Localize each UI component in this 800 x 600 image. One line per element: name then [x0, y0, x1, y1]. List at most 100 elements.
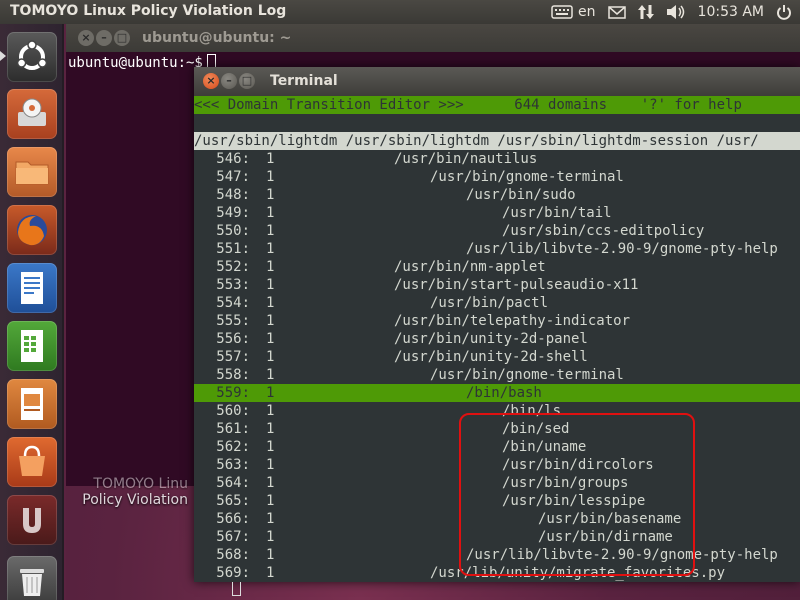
domain-index: 550: — [216, 223, 250, 239]
domain-row[interactable]: 560: 1/bin/ls — [194, 402, 800, 420]
software-center-icon — [19, 445, 45, 476]
terminal-content[interactable]: <<< Domain Transition Editor >>> 644 dom… — [194, 96, 800, 582]
launcher-software-center[interactable] — [7, 437, 57, 487]
domain-row[interactable]: 548: 1/usr/bin/sudo — [194, 186, 800, 204]
domain-index: 547: — [216, 169, 250, 185]
domain-profile-count: 1 — [266, 241, 275, 257]
indicator-area: en 10:53 AM — [551, 0, 792, 24]
domain-row[interactable]: 549: 1/usr/bin/tail — [194, 204, 800, 222]
network-indicator[interactable] — [637, 4, 654, 20]
network-icon — [637, 5, 654, 19]
domain-profile-count: 1 — [266, 421, 275, 437]
writer-icon — [21, 272, 43, 304]
launcher-impress[interactable] — [7, 379, 57, 429]
desktop-app-label[interactable]: TOMOYO Linu Policy Violation — [66, 476, 194, 508]
domain-profile-count: 1 — [266, 223, 275, 239]
session-indicator[interactable] — [776, 4, 792, 20]
close-icon: × — [206, 74, 216, 87]
domain-row[interactable]: 554: 1/usr/bin/pactl — [194, 294, 800, 312]
domain-index: 561: — [216, 421, 250, 437]
domain-row[interactable]: 551: 1/usr/lib/libvte-2.90-9/gnome-pty-he… — [194, 240, 800, 258]
terminal-close-button[interactable]: × — [203, 73, 219, 89]
clock-label: 10:53 AM — [697, 4, 764, 20]
launcher-firefox[interactable] — [7, 205, 57, 255]
domain-index: 549: — [216, 205, 250, 221]
terminal-maximize-button[interactable]: □ — [239, 73, 255, 89]
domain-row[interactable]: 558: 1/usr/bin/gnome-terminal — [194, 366, 800, 384]
volume-indicator[interactable] — [666, 4, 686, 20]
domain-row[interactable]: 556: 1/usr/bin/unity-2d-panel — [194, 330, 800, 348]
domain-row[interactable]: 566: 1/usr/bin/basename — [194, 510, 800, 528]
domain-row[interactable]: 562: 1/bin/uname — [194, 438, 800, 456]
launcher-home-folder[interactable] — [7, 147, 57, 197]
domain-profile-count: 1 — [266, 493, 275, 509]
mail-indicator[interactable] — [607, 5, 626, 19]
domain-path: /bin/ls — [502, 403, 562, 419]
domain-profile-count: 1 — [266, 313, 275, 329]
launcher-dash-home[interactable] — [7, 32, 57, 82]
terminal-window-title: Terminal — [270, 73, 338, 89]
firefox-icon — [17, 215, 47, 246]
domain-path: /bin/sed — [502, 421, 570, 437]
background-minimize-button[interactable]: – — [96, 30, 112, 46]
domain-index: 562: — [216, 439, 250, 455]
domain-index: 566: — [216, 511, 250, 527]
domain-row[interactable]: 547: 1/usr/bin/gnome-terminal — [194, 168, 800, 186]
domain-row[interactable]: 568: 1/usr/lib/libvte-2.90-9/gnome-pty-he… — [194, 546, 800, 564]
terminal-titlebar[interactable]: × – □ Terminal — [194, 67, 800, 96]
launcher-calc[interactable] — [7, 321, 57, 371]
domain-row-selected[interactable]: 559: 1/bin/bash — [194, 384, 800, 402]
keyboard-icon — [551, 5, 573, 19]
editor-header-bar: <<< Domain Transition Editor >>> 644 dom… — [194, 96, 800, 114]
domain-index: 567: — [216, 529, 250, 545]
domain-profile-count: 1 — [266, 475, 275, 491]
domain-row[interactable]: 552: 1/usr/bin/nm-applet — [194, 258, 800, 276]
domain-profile-count: 1 — [266, 295, 275, 311]
domain-path: /usr/sbin/ccs-editpolicy — [502, 223, 705, 239]
launcher-trash[interactable] — [7, 556, 57, 600]
background-close-button[interactable]: × — [78, 30, 94, 46]
maximize-icon: □ — [241, 74, 253, 87]
domain-row[interactable]: 567: 1/usr/bin/dirname — [194, 528, 800, 546]
domain-path: /usr/bin/gnome-terminal — [430, 367, 624, 383]
domain-row[interactable]: 565: 1/usr/bin/lesspipe — [194, 492, 800, 510]
desktop-cursor-fragment — [232, 582, 241, 596]
domain-profile-count: 1 — [266, 331, 275, 347]
domain-index: 568: — [216, 547, 250, 563]
keyboard-indicator[interactable]: en — [551, 4, 596, 20]
domain-row[interactable]: 561: 1/bin/sed — [194, 420, 800, 438]
domain-row[interactable]: 557: 1/usr/bin/unity-2d-shell — [194, 348, 800, 366]
domain-row[interactable]: 550: 1/usr/sbin/ccs-editpolicy — [194, 222, 800, 240]
domain-row[interactable]: 546: 1/usr/bin/nautilus — [194, 150, 800, 168]
power-icon — [777, 5, 791, 20]
current-domain-path: /usr/sbin/lightdm /usr/sbin/lightdm /usr… — [194, 132, 800, 150]
domain-profile-count: 1 — [266, 367, 275, 383]
domain-row[interactable]: 569: 1/usr/lib/unity/migrate_favorites.py — [194, 564, 800, 582]
top-panel: TOMOYO Linux Policy Violation Log en 10:… — [0, 0, 800, 24]
close-icon: × — [81, 31, 91, 44]
terminal-minimize-button[interactable]: – — [221, 73, 237, 89]
launcher-installer[interactable] — [7, 89, 57, 139]
clock-indicator[interactable]: 10:53 AM — [698, 4, 764, 20]
domain-row[interactable]: 563: 1/usr/bin/dircolors — [194, 456, 800, 474]
domain-index: 552: — [216, 259, 250, 275]
mail-icon — [607, 5, 626, 19]
launcher-unity-app[interactable] — [7, 495, 57, 545]
domain-row[interactable]: 564: 1/usr/bin/groups — [194, 474, 800, 492]
domain-row[interactable]: 553: 1/usr/bin/start-pulseaudio-x11 — [194, 276, 800, 294]
background-window-title: ubuntu@ubuntu: ~ — [142, 30, 292, 46]
domain-row[interactable]: 555: 1/usr/bin/telepathy-indicator — [194, 312, 800, 330]
background-terminal-titlebar[interactable]: × – □ ubuntu@ubuntu: ~ — [66, 24, 800, 52]
terminal-window[interactable]: × – □ Terminal <<< Domain Transition Edi… — [194, 67, 800, 582]
domain-index: 546: — [216, 151, 250, 167]
domain-index: 565: — [216, 493, 250, 509]
domain-profile-count: 1 — [266, 205, 275, 221]
domain-path: /usr/bin/pactl — [430, 295, 549, 311]
active-app-title: TOMOYO Linux Policy Violation Log — [10, 3, 287, 19]
domain-index: 557: — [216, 349, 250, 365]
domain-index: 564: — [216, 475, 250, 491]
desktop-app-label-line2: Policy Violation — [82, 492, 188, 508]
background-maximize-button[interactable]: □ — [114, 30, 130, 46]
domain-index: 551: — [216, 241, 250, 257]
launcher-writer[interactable] — [7, 263, 57, 313]
